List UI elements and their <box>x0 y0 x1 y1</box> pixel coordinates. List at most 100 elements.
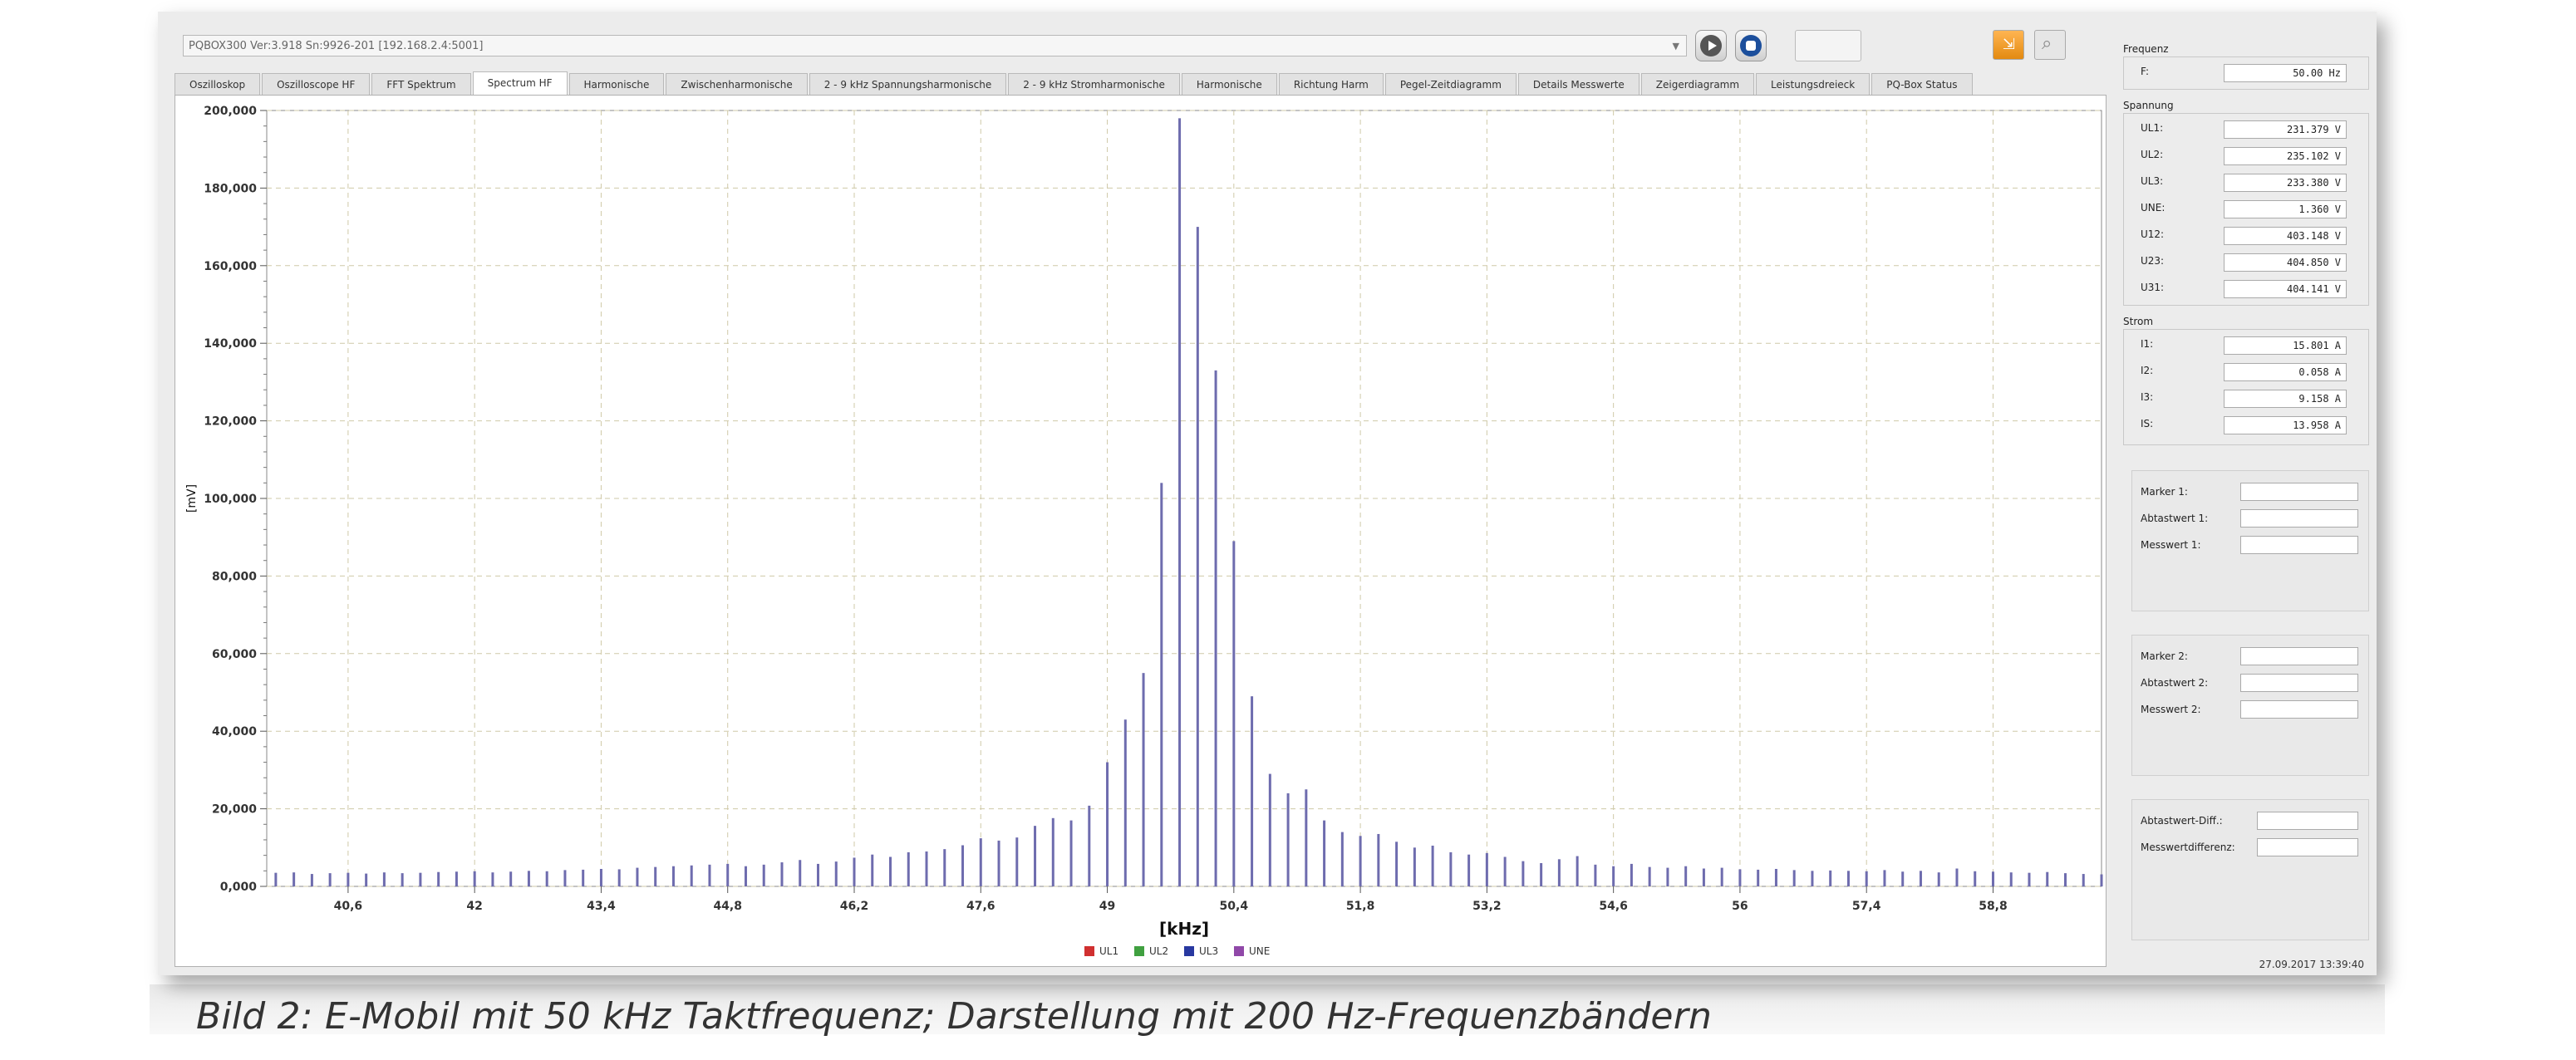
y-tick-label: 160,000 <box>204 260 257 273</box>
marker1-group: Marker 1: Abtastwert 1: Messwert 1: <box>2131 470 2369 611</box>
spannung-value-5: 404.850 V <box>2224 253 2347 272</box>
spectrum-bar <box>1467 854 1471 886</box>
spannung-label-1: UL2: <box>2141 149 2164 160</box>
y-tick-label: 120,000 <box>204 415 257 429</box>
y-tick-label: 100,000 <box>204 493 257 506</box>
tab-3[interactable]: Spectrum HF <box>472 71 568 95</box>
spectrum-bar <box>1811 871 1814 886</box>
play-button[interactable] <box>1695 30 1727 61</box>
tab-12[interactable]: Zeigerdiagramm <box>1640 73 1755 95</box>
spectrum-bar <box>509 871 513 886</box>
y-tick-label: 140,000 <box>204 337 257 351</box>
strom-label-1: I2: <box>2141 365 2154 376</box>
spectrum-bar <box>599 868 602 886</box>
spectrum-bar <box>1268 773 1271 886</box>
tab-6[interactable]: 2 - 9 kHz Spannungsharmonische <box>809 73 1007 95</box>
tab-10[interactable]: Pegel-Zeitdiagramm <box>1384 73 1517 95</box>
spectrum-bar <box>2028 872 2031 886</box>
abtastwert-diff-input[interactable] <box>2257 812 2358 830</box>
x-tick-label: 43,4 <box>587 900 616 913</box>
spectrum-bar <box>690 865 693 886</box>
spectrum-bar <box>1774 868 1777 886</box>
spectrum-bar <box>1015 837 1019 886</box>
spectrum-bar <box>979 838 982 886</box>
chart-svg: 0,000 20,000 40,000 60,000 80,000 100,000 120,… <box>185 105 2103 957</box>
messwert1-input[interactable] <box>2240 536 2358 554</box>
spectrum-bar <box>671 866 675 886</box>
tab-7[interactable]: 2 - 9 kHz Stromharmonische <box>1008 73 1180 95</box>
strom-label-0: I1: <box>2141 338 2154 350</box>
strom-title: Strom <box>2123 316 2154 327</box>
messwert2-input[interactable] <box>2240 700 2358 719</box>
tab-1[interactable]: Oszilloscope HF <box>262 73 371 95</box>
blank-button[interactable] <box>1795 30 1861 61</box>
abtastwert2-input[interactable] <box>2240 674 2358 692</box>
legend-swatch <box>1134 946 1144 956</box>
legend-swatch <box>1184 946 1194 956</box>
legend-label: UL2 <box>1149 945 1168 957</box>
spectrum-bar <box>1522 861 1525 886</box>
spectrum-bar <box>328 873 332 886</box>
spannung-value-3: 1.360 V <box>2224 200 2347 218</box>
tab-4[interactable]: Harmonische <box>568 73 665 95</box>
frequenz-title: Frequenz <box>2123 43 2169 55</box>
y-tick-label: 0,000 <box>220 881 258 894</box>
y-tick-label: 80,000 <box>212 570 257 583</box>
spectrum-bar <box>780 862 784 886</box>
strom-value-2: 9.158 A <box>2224 390 2347 408</box>
spectrum-bar <box>744 866 747 886</box>
zoom-button[interactable]: ⌕ <box>2034 30 2066 60</box>
spannung-label-4: U12: <box>2141 228 2165 240</box>
export-button[interactable]: ⇲ <box>1993 30 2024 60</box>
spectrum-bar <box>1684 866 1688 886</box>
spectrum-bar <box>310 874 313 886</box>
strom-label-2: I3: <box>2141 391 2154 403</box>
spannung-title: Spannung <box>2123 100 2174 111</box>
spectrum-bar <box>1449 851 1453 886</box>
spectrum-bar <box>1323 820 1326 886</box>
device-select[interactable]: PQBOX300 Ver:3.918 Sn:9926-201 [192.168.… <box>183 35 1687 56</box>
spannung-value-1: 235.102 V <box>2224 147 2347 165</box>
tab-9[interactable]: Richtung Harm <box>1278 73 1384 95</box>
measurement-panel: Frequenz F: 50.00 Hz Spannung UL1: 231.37… <box>2123 28 2372 970</box>
spannung-value-4: 403.148 V <box>2224 227 2347 245</box>
abtastwert1-input[interactable] <box>2240 509 2358 528</box>
spannung-value-0: 231.379 V <box>2224 120 2347 139</box>
spectrum-bar <box>1485 852 1488 886</box>
marker1-input[interactable] <box>2240 483 2358 501</box>
messwertdifferenz-input[interactable] <box>2257 838 2358 856</box>
spannung-value-2: 233.380 V <box>2224 174 2347 192</box>
tab-5[interactable]: Zwischenharmonische <box>666 73 808 95</box>
spectrum-bar <box>1340 832 1344 886</box>
timestamp: 27.09.2017 13:39:40 <box>2259 959 2364 970</box>
spectrum-bar <box>293 872 296 886</box>
spectrum-bar <box>455 871 458 886</box>
strom-label-3: IS: <box>2141 418 2154 429</box>
spectrum-bar <box>1702 868 1705 886</box>
spectrum-bar <box>1359 836 1362 886</box>
spannung-group: UL1: 231.379 V UL2: 235.102 V UL3: 233.380 V U… <box>2123 113 2369 306</box>
spectrum-bar <box>1305 789 1308 886</box>
marker2-input[interactable] <box>2240 647 2358 665</box>
tab-8[interactable]: Harmonische <box>1181 73 1277 95</box>
spectrum-bar <box>762 864 765 886</box>
magnifier-icon: ⌕ <box>2042 33 2052 54</box>
legend-label: UL3 <box>1199 945 1218 957</box>
spectrum-bar <box>1196 227 1199 887</box>
spectrum-bar <box>1251 696 1254 886</box>
tab-0[interactable]: Oszilloskop <box>175 73 261 95</box>
x-tick-label: 44,8 <box>713 900 742 913</box>
tab-14[interactable]: PQ-Box Status <box>1871 73 1973 95</box>
spectrum-bar <box>1377 833 1380 886</box>
spectrum-bar <box>563 870 567 886</box>
x-tick-label: 46,2 <box>840 900 869 913</box>
spectrum-bar <box>582 869 585 886</box>
tab-13[interactable]: Leistungsdreieck <box>1756 73 1871 95</box>
spectrum-bar <box>2063 873 2067 886</box>
tab-11[interactable]: Details Messwerte <box>1517 73 1639 95</box>
strom-value-0: 15.801 A <box>2224 336 2347 355</box>
tab-2[interactable]: FFT Spektrum <box>371 73 471 95</box>
x-tick-label: 58,8 <box>1979 900 2008 913</box>
spectrum-bar <box>2046 871 2049 886</box>
stop-button[interactable] <box>1735 30 1767 61</box>
